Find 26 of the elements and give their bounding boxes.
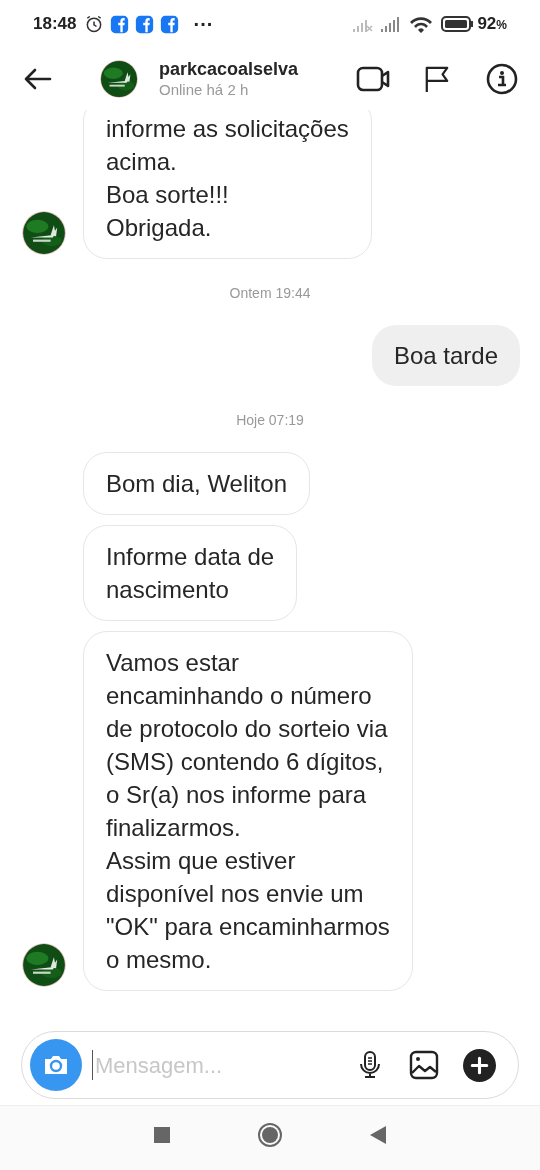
message-bubble: Boa tarde — [371, 325, 520, 386]
signal-icon — [379, 14, 402, 34]
video-camera-icon[interactable] — [356, 65, 390, 93]
wifi-icon — [409, 14, 434, 34]
home-button[interactable] — [258, 1123, 282, 1147]
battery-percentage: 92% — [477, 13, 507, 36]
back-button[interactable] — [370, 1126, 386, 1144]
camera-button[interactable] — [30, 1039, 82, 1091]
info-icon[interactable] — [486, 63, 518, 95]
app-notification-icon — [135, 14, 155, 34]
flag-icon[interactable] — [424, 64, 450, 94]
gallery-icon[interactable] — [409, 1050, 439, 1080]
microphone-icon[interactable] — [357, 1050, 383, 1080]
app-notification-icon — [110, 14, 130, 34]
status-time: 18:48 — [33, 13, 77, 36]
battery-icon — [441, 15, 474, 33]
message-timestamp: Ontem 19:44 — [228, 284, 312, 303]
app-notification-icon — [160, 14, 180, 34]
message-bubble: Informe data de nascimento — [83, 525, 298, 621]
message-bubble: Vamos estar encaminhando o número de protocolo do sorteio via (SMS) contendo 6 dígitos, o Sr(a) nos informe para finalizarmos. Assim que estiver disponível nos envie um "OK" para encaminharmos o mesmo. — [83, 631, 413, 991]
add-icon[interactable] — [463, 1048, 496, 1082]
presence-status: Online há 2 h — [159, 80, 250, 100]
contact-name: parkcacoalselva — [159, 58, 300, 80]
message-bubble: Bom dia, Weliton — [83, 452, 310, 515]
overflow-indicator: ··· — [193, 14, 214, 34]
message-timestamp: Hoje 07:19 — [235, 411, 305, 430]
